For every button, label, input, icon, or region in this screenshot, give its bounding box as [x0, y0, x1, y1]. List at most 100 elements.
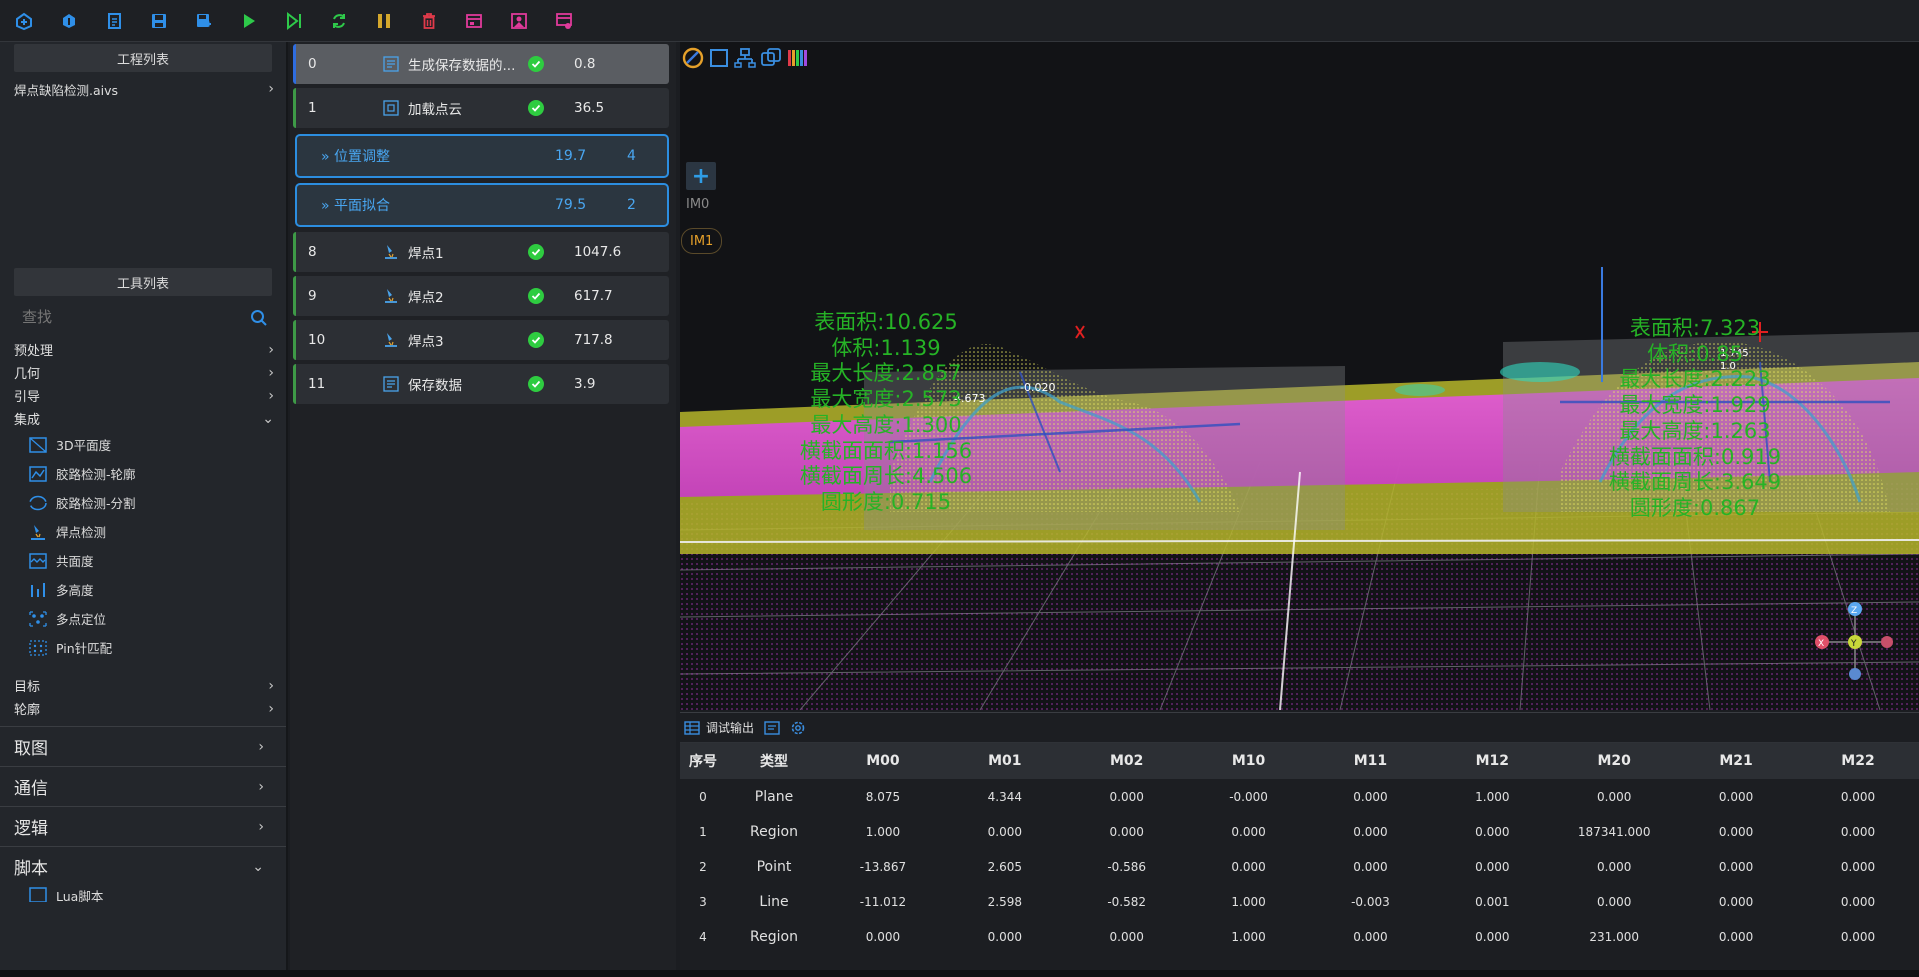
- image-tab-im0[interactable]: IM0: [686, 197, 709, 212]
- tool-search-input[interactable]: [14, 302, 274, 332]
- chevron-right-icon: ›: [268, 341, 274, 358]
- flow-group[interactable]: » 平面拟合 79.5 2: [295, 183, 669, 227]
- cell: 0.000: [1231, 859, 1266, 874]
- tab-variables[interactable]: [764, 720, 780, 735]
- tool-multi-height[interactable]: 多高度: [28, 575, 286, 604]
- column-header[interactable]: M20: [1553, 743, 1676, 779]
- column-header[interactable]: M12: [1431, 743, 1554, 779]
- measure-line: 表面积:7.323: [1629, 316, 1761, 340]
- window-button[interactable]: [462, 9, 486, 33]
- project-file-item[interactable]: 焊点缺陷检测.aivs ›: [14, 76, 274, 102]
- save-button[interactable]: [147, 9, 171, 33]
- section-acquire[interactable]: 取图 ›: [0, 726, 286, 766]
- category-target[interactable]: 目标 ›: [14, 674, 274, 697]
- chevron-right-icon: ›: [268, 81, 274, 97]
- import-button[interactable]: [57, 9, 81, 33]
- column-header[interactable]: M10: [1187, 743, 1310, 779]
- tool-3d-flatness[interactable]: 3D平面度: [28, 430, 286, 459]
- group-name: » 位置调整: [321, 146, 390, 166]
- tool-glue-segment[interactable]: 胶路检测-分割: [28, 488, 286, 517]
- category-geometry[interactable]: 几何 ›: [14, 361, 274, 384]
- table-row[interactable]: 3 Line -11.012 2.598 -0.582 1.000 -0.003 0.001 0…: [680, 884, 1919, 919]
- search-icon[interactable]: [250, 309, 268, 327]
- table-header-row: 序号 类型 M00 M01 M02 M10 M11 M12 M20 M21 M2…: [680, 743, 1919, 779]
- table-row[interactable]: 1 Region 1.000 0.000 0.000 0.000 0.000 0.000 187…: [680, 814, 1919, 849]
- category-contour[interactable]: 轮廓 ›: [14, 697, 274, 720]
- column-header[interactable]: 序号: [680, 743, 726, 779]
- bounding-box-icon[interactable]: [708, 47, 730, 69]
- settings-panel-button[interactable]: [552, 9, 576, 33]
- column-header[interactable]: M00: [822, 743, 944, 779]
- table-row[interactable]: 0 Plane 8.075 4.344 0.000 -0.000 0.000 1.000 0.0…: [680, 779, 1919, 814]
- render-mode-icon[interactable]: [682, 47, 704, 69]
- column-header[interactable]: M01: [943, 743, 1066, 779]
- section-communication[interactable]: 通信 ›: [0, 766, 286, 806]
- step-run-button[interactable]: [282, 9, 306, 33]
- category-preprocess[interactable]: 预处理 ›: [14, 338, 274, 361]
- tool-multi-point-locate[interactable]: 多点定位: [28, 604, 286, 633]
- column-header[interactable]: M22: [1797, 743, 1919, 779]
- multi-point-icon: [29, 610, 47, 627]
- run-button[interactable]: [237, 9, 261, 33]
- app-window: 工程列表 焊点缺陷检测.aivs › 工具列表 预处理 › 几何 › 引导 › 集成 ⌄…: [0, 0, 1919, 977]
- flow-step[interactable]: 10 焊点3 717.8: [293, 320, 669, 360]
- add-image-button[interactable]: +: [686, 162, 716, 190]
- cell: 2: [699, 859, 707, 874]
- save-as-button[interactable]: [192, 9, 216, 33]
- left-panel: 工程列表 焊点缺陷检测.aivs › 工具列表 预处理 › 几何 › 引导 › 集成 ⌄…: [0, 42, 288, 970]
- main-toolbar: [0, 0, 1919, 42]
- cell: 0.000: [1353, 859, 1388, 874]
- cell: 1.000: [1231, 929, 1266, 944]
- project-list-title: 工程列表: [14, 44, 272, 72]
- table-row[interactable]: 4 Region 0.000 0.000 0.000 1.000 0.000 0.000 231…: [680, 919, 1919, 954]
- chevron-right-icon: ›: [258, 778, 264, 795]
- section-script[interactable]: 脚本 ⌄: [0, 846, 286, 886]
- tool-glue-contour[interactable]: 胶路检测-轮廓: [28, 459, 286, 488]
- debug-table: 序号 类型 M00 M01 M02 M10 M11 M12 M20 M21 M2…: [680, 743, 1919, 954]
- cell: 0.000: [1597, 894, 1632, 909]
- flow-step[interactable]: 1 加载点云 36.5: [293, 88, 669, 128]
- image-icon: [511, 12, 527, 29]
- image-tab-im1[interactable]: IM1: [681, 228, 723, 254]
- tool-label: Lua脚本: [56, 889, 104, 902]
- flow-step[interactable]: 11 保存数据 3.9: [293, 364, 669, 404]
- open-project-button[interactable]: [12, 9, 36, 33]
- cell: 0.000: [1109, 929, 1144, 944]
- color-map-icon[interactable]: [786, 47, 808, 69]
- step-index: 9: [308, 288, 317, 304]
- tool-label: 胶路检测-分割: [56, 496, 136, 511]
- flow-step[interactable]: 9 焊点2 617.7: [293, 276, 669, 316]
- copy-view-icon[interactable]: [760, 47, 782, 69]
- debug-tab-label: 调试输出: [706, 721, 755, 735]
- category-integration[interactable]: 集成 ⌄: [14, 407, 274, 430]
- tab-debug-output[interactable]: 调试输出: [684, 719, 754, 736]
- flow-group[interactable]: » 位置调整 19.7 4: [295, 134, 669, 178]
- pause-button[interactable]: [372, 9, 396, 33]
- column-header[interactable]: M11: [1309, 743, 1432, 779]
- tool-lua-script[interactable]: Lua脚本: [28, 886, 286, 902]
- section-logic[interactable]: 逻辑 ›: [0, 806, 286, 846]
- tool-weld-detect[interactable]: 焊点检测: [28, 517, 286, 546]
- project-file-name: 焊点缺陷检测.aivs: [14, 82, 119, 98]
- cell: 0.000: [1718, 824, 1754, 839]
- column-header[interactable]: M02: [1065, 743, 1188, 779]
- tab-settings[interactable]: [790, 720, 806, 736]
- tool-pin-match[interactable]: Pin针匹配: [28, 633, 286, 662]
- loop-run-button[interactable]: [327, 9, 351, 33]
- flow-step[interactable]: 8 焊点1 1047.6: [293, 232, 669, 272]
- column-header[interactable]: M21: [1675, 743, 1797, 779]
- table-row[interactable]: 2 Point -13.867 2.605 -0.586 0.000 0.000 0.000 0…: [680, 849, 1919, 884]
- category-guide[interactable]: 引导 ›: [14, 384, 274, 407]
- tool-coplanarity[interactable]: 共面度: [28, 546, 286, 575]
- image-button[interactable]: [507, 9, 531, 33]
- category-label: 轮廓: [14, 703, 41, 718]
- point-cloud-viewer[interactable]: 4.673 -0.020 1.745 1.0 Z X Y + IM0 IM1 表…: [680, 42, 1919, 710]
- tool-label: 3D平面度: [56, 438, 112, 453]
- column-header[interactable]: 类型: [726, 743, 822, 779]
- flow-step[interactable]: 0 生成保存数据的... 0.8: [293, 44, 669, 84]
- delete-button[interactable]: [417, 9, 441, 33]
- cell: 0.000: [1475, 929, 1510, 944]
- tool-label: 焊点检测: [56, 525, 107, 540]
- new-file-button[interactable]: [102, 9, 126, 33]
- align-icon[interactable]: [734, 47, 756, 69]
